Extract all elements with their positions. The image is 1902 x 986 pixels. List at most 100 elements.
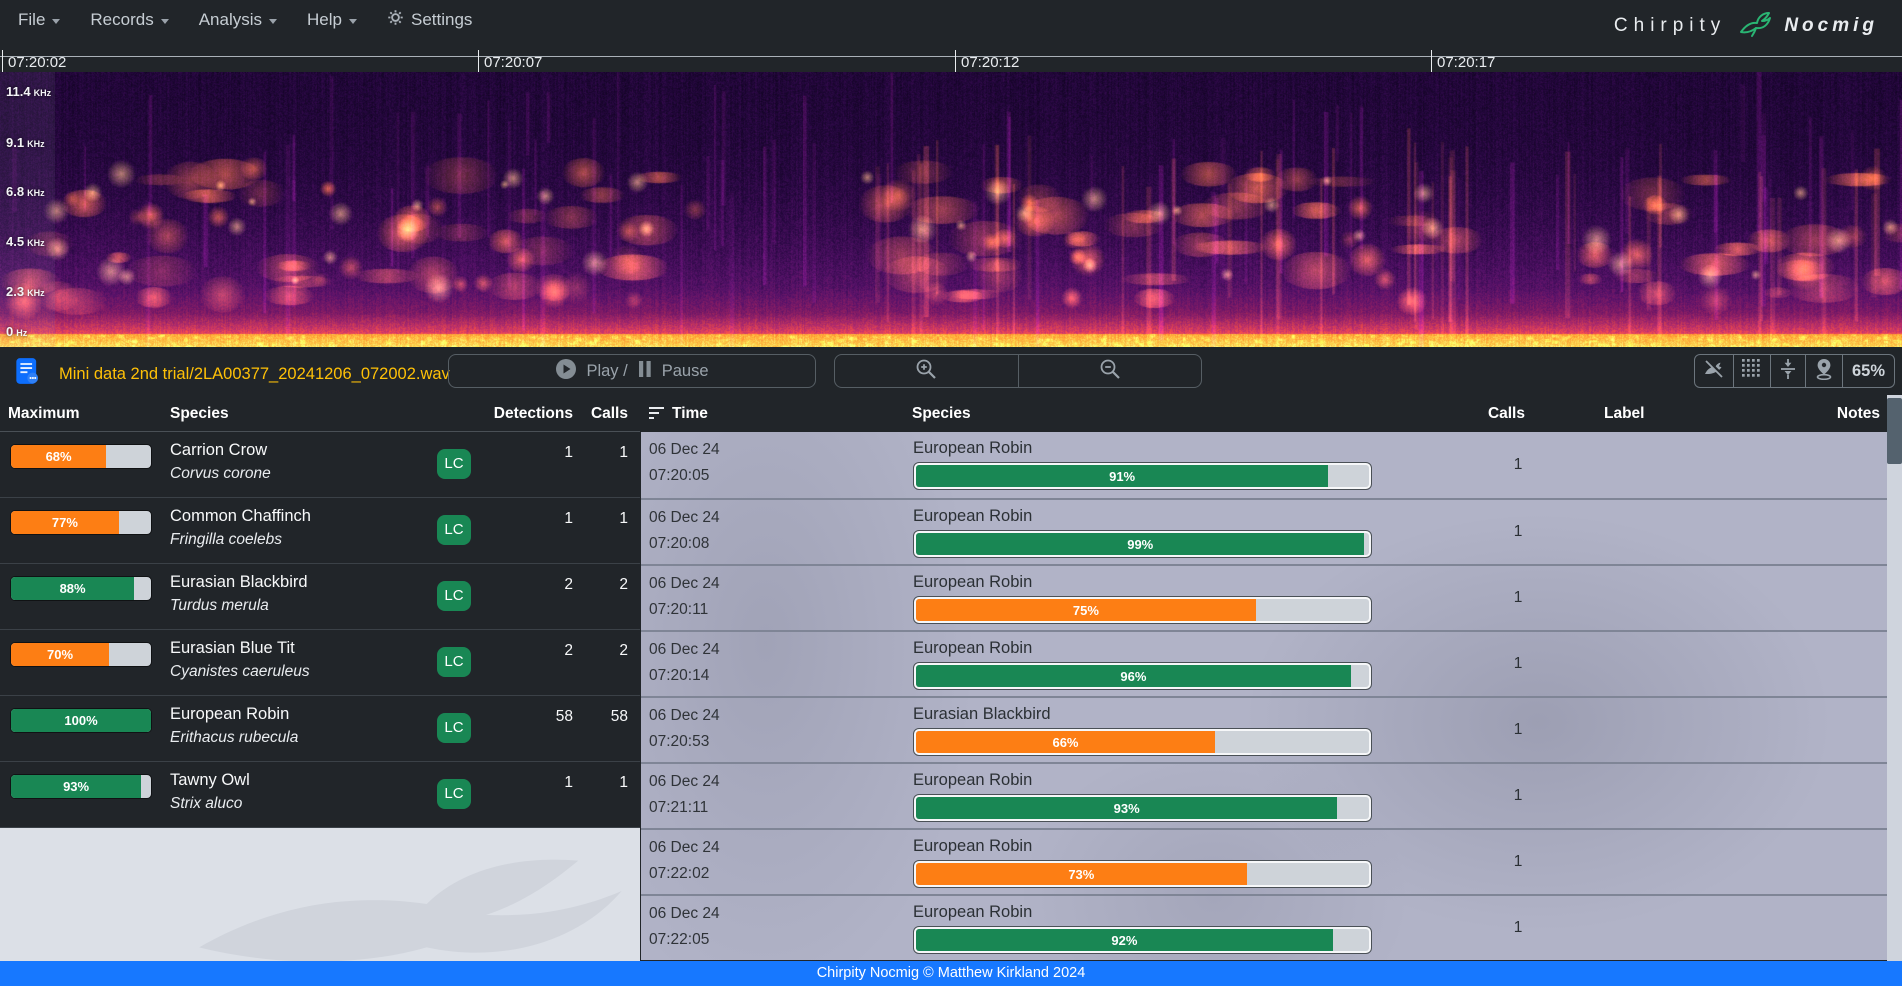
footer-text: Chirpity Nocmig © Matthew Kirkland 2024 <box>817 965 1086 981</box>
summary-table-empty-area <box>0 828 640 961</box>
detection-calls-count: 1 <box>1488 721 1548 739</box>
timeline-label: 07:20:02 <box>8 54 66 71</box>
zoom-out-button[interactable] <box>1018 355 1202 387</box>
menu-analysis[interactable]: Analysis <box>199 10 277 30</box>
frequency-tick-label: 0Hz <box>6 324 27 339</box>
calls-count: 2 <box>584 642 628 660</box>
menu-help[interactable]: Help <box>307 10 357 30</box>
detection-date: 06 Dec 24 <box>649 905 720 923</box>
detections-count: 58 <box>523 708 573 726</box>
detection-date: 06 Dec 24 <box>649 773 720 791</box>
location-button[interactable] <box>1805 355 1842 387</box>
frequency-axis <box>0 72 55 347</box>
brand-nocmig-label: Nocmig <box>1784 15 1878 37</box>
summary-row[interactable]: 100% European Robin Erithacus rubecula L… <box>0 696 640 762</box>
detection-date: 06 Dec 24 <box>649 441 720 459</box>
detection-row[interactable]: 06 Dec 24 07:20:53 Eurasian Blackbird 66… <box>641 696 1887 762</box>
detection-calls-count: 1 <box>1488 853 1548 871</box>
header-detections: Detections <box>494 395 573 432</box>
species-scientific-name: Corvus corone <box>170 465 271 483</box>
iucn-status-badge[interactable]: LC <box>437 647 471 677</box>
summary-row[interactable]: 88% Eurasian Blackbird Turdus merula LC … <box>0 564 640 630</box>
iucn-status-badge[interactable]: LC <box>437 515 471 545</box>
zoom-in-button[interactable] <box>835 355 1018 387</box>
summary-row[interactable]: 77% Common Chaffinch Fringilla coelebs L… <box>0 498 640 564</box>
brand-chirpity-label: Chirpity <box>1614 15 1726 37</box>
header-species: Species <box>912 395 971 432</box>
detection-calls-count: 1 <box>1488 456 1548 474</box>
scrollbar-track[interactable] <box>1887 395 1902 961</box>
summary-row[interactable]: 70% Eurasian Blue Tit Cyanistes caeruleu… <box>0 630 640 696</box>
audio-file-icon <box>15 357 41 390</box>
scrollbar-thumb[interactable] <box>1887 398 1902 464</box>
spectrogram[interactable]: 11.4KHz9.1KHz6.8KHz4.5KHz2.3KHz0Hz <box>0 72 1902 347</box>
spectrogram-settings-button[interactable] <box>1733 355 1770 387</box>
timeline[interactable]: 07:20:02 07:20:07 07:20:12 07:20:17 <box>0 47 1902 72</box>
gear-icon <box>387 9 404 31</box>
frequency-tick-label: 9.1KHz <box>6 135 45 150</box>
detections-table-header: Time Species Calls Label Notes <box>640 395 1902 432</box>
timeline-tick <box>1431 50 1432 72</box>
detection-row[interactable]: 06 Dec 24 07:20:05 European Robin 91% 1 <box>641 432 1887 498</box>
detection-species: European Robin <box>913 573 1032 592</box>
detection-calls-count: 1 <box>1488 523 1548 541</box>
detections-count: 2 <box>523 642 573 660</box>
summary-row[interactable]: 68% Carrion Crow Corvus corone LC 1 1 <box>0 432 640 498</box>
calls-count: 1 <box>584 510 628 528</box>
frequency-tick-label: 6.8KHz <box>6 184 45 199</box>
detection-row[interactable]: 06 Dec 24 07:22:05 European Robin 92% 1 <box>641 894 1887 960</box>
confidence-bar: 93% <box>913 794 1372 822</box>
header-label: Label <box>1604 395 1644 432</box>
view-options-group: 65% <box>1694 354 1895 388</box>
species-common-name: Eurasian Blue Tit <box>170 639 295 658</box>
chirpity-app: File Records Analysis Help <box>0 0 1902 986</box>
menu-file[interactable]: File <box>18 10 60 30</box>
sort-icon[interactable] <box>648 406 665 425</box>
menu-settings[interactable]: Settings <box>387 9 472 31</box>
calls-count: 58 <box>584 708 628 726</box>
detection-row[interactable]: 06 Dec 24 07:20:08 European Robin 99% 1 <box>641 498 1887 564</box>
detection-species: Eurasian Blackbird <box>913 705 1051 724</box>
menu-records-label: Records <box>90 10 153 30</box>
header-time[interactable]: Time <box>672 395 708 432</box>
caret-down-icon <box>349 19 357 24</box>
iucn-status-badge[interactable]: LC <box>437 581 471 611</box>
iucn-status-badge[interactable]: LC <box>437 713 471 743</box>
max-confidence-bar: 88% <box>10 576 152 601</box>
detection-row[interactable]: 06 Dec 24 07:20:11 European Robin 75% 1 <box>641 564 1887 630</box>
summary-row[interactable]: 93% Tawny Owl Strix aluco LC 1 1 <box>0 762 640 828</box>
pixel-grid-icon <box>1742 359 1762 384</box>
detection-row[interactable]: 06 Dec 24 07:20:14 European Robin 96% 1 <box>641 630 1887 696</box>
detection-date: 06 Dec 24 <box>649 641 720 659</box>
timeline-label: 07:20:12 <box>961 54 1019 71</box>
confidence-bar: 92% <box>913 926 1372 954</box>
play-icon <box>555 358 577 385</box>
detection-row[interactable]: 06 Dec 24 07:22:02 European Robin 73% 1 <box>641 828 1887 894</box>
detection-time: 07:22:02 <box>649 865 709 883</box>
detection-species: European Robin <box>913 903 1032 922</box>
timeline-tick <box>955 50 956 72</box>
open-file-link[interactable]: Mini data 2nd trial/2LA00377_20241206_07… <box>15 357 450 390</box>
detection-time: 07:20:53 <box>649 733 709 751</box>
iucn-status-badge[interactable]: LC <box>437 779 471 809</box>
play-pause-button[interactable]: Play / Pause <box>448 354 816 388</box>
detection-species: European Robin <box>913 837 1032 856</box>
detection-date: 06 Dec 24 <box>649 707 720 725</box>
collapse-view-button[interactable] <box>1770 355 1805 387</box>
zoom-level-display: 65% <box>1842 355 1894 387</box>
footer: Chirpity Nocmig © Matthew Kirkland 2024 <box>0 961 1902 986</box>
spectrogram-canvas[interactable] <box>0 72 1902 347</box>
header-calls: Calls <box>1488 395 1525 432</box>
max-confidence-bar: 68% <box>10 444 152 469</box>
iucn-status-badge[interactable]: LC <box>437 449 471 479</box>
current-file-name[interactable]: Mini data 2nd trial/2LA00377_20241206_07… <box>59 360 450 388</box>
pause-label: Pause <box>662 362 709 381</box>
confidence-bar: 75% <box>913 596 1372 624</box>
detection-row[interactable]: 06 Dec 24 07:21:11 European Robin 93% 1 <box>641 762 1887 828</box>
detection-date: 06 Dec 24 <box>649 839 720 857</box>
zoom-in-icon <box>914 357 938 386</box>
menu-records[interactable]: Records <box>90 10 168 30</box>
bird-images-toggle-button[interactable] <box>1695 355 1733 387</box>
bird-logo-icon <box>1738 8 1772 43</box>
species-common-name: Carrion Crow <box>170 441 267 460</box>
